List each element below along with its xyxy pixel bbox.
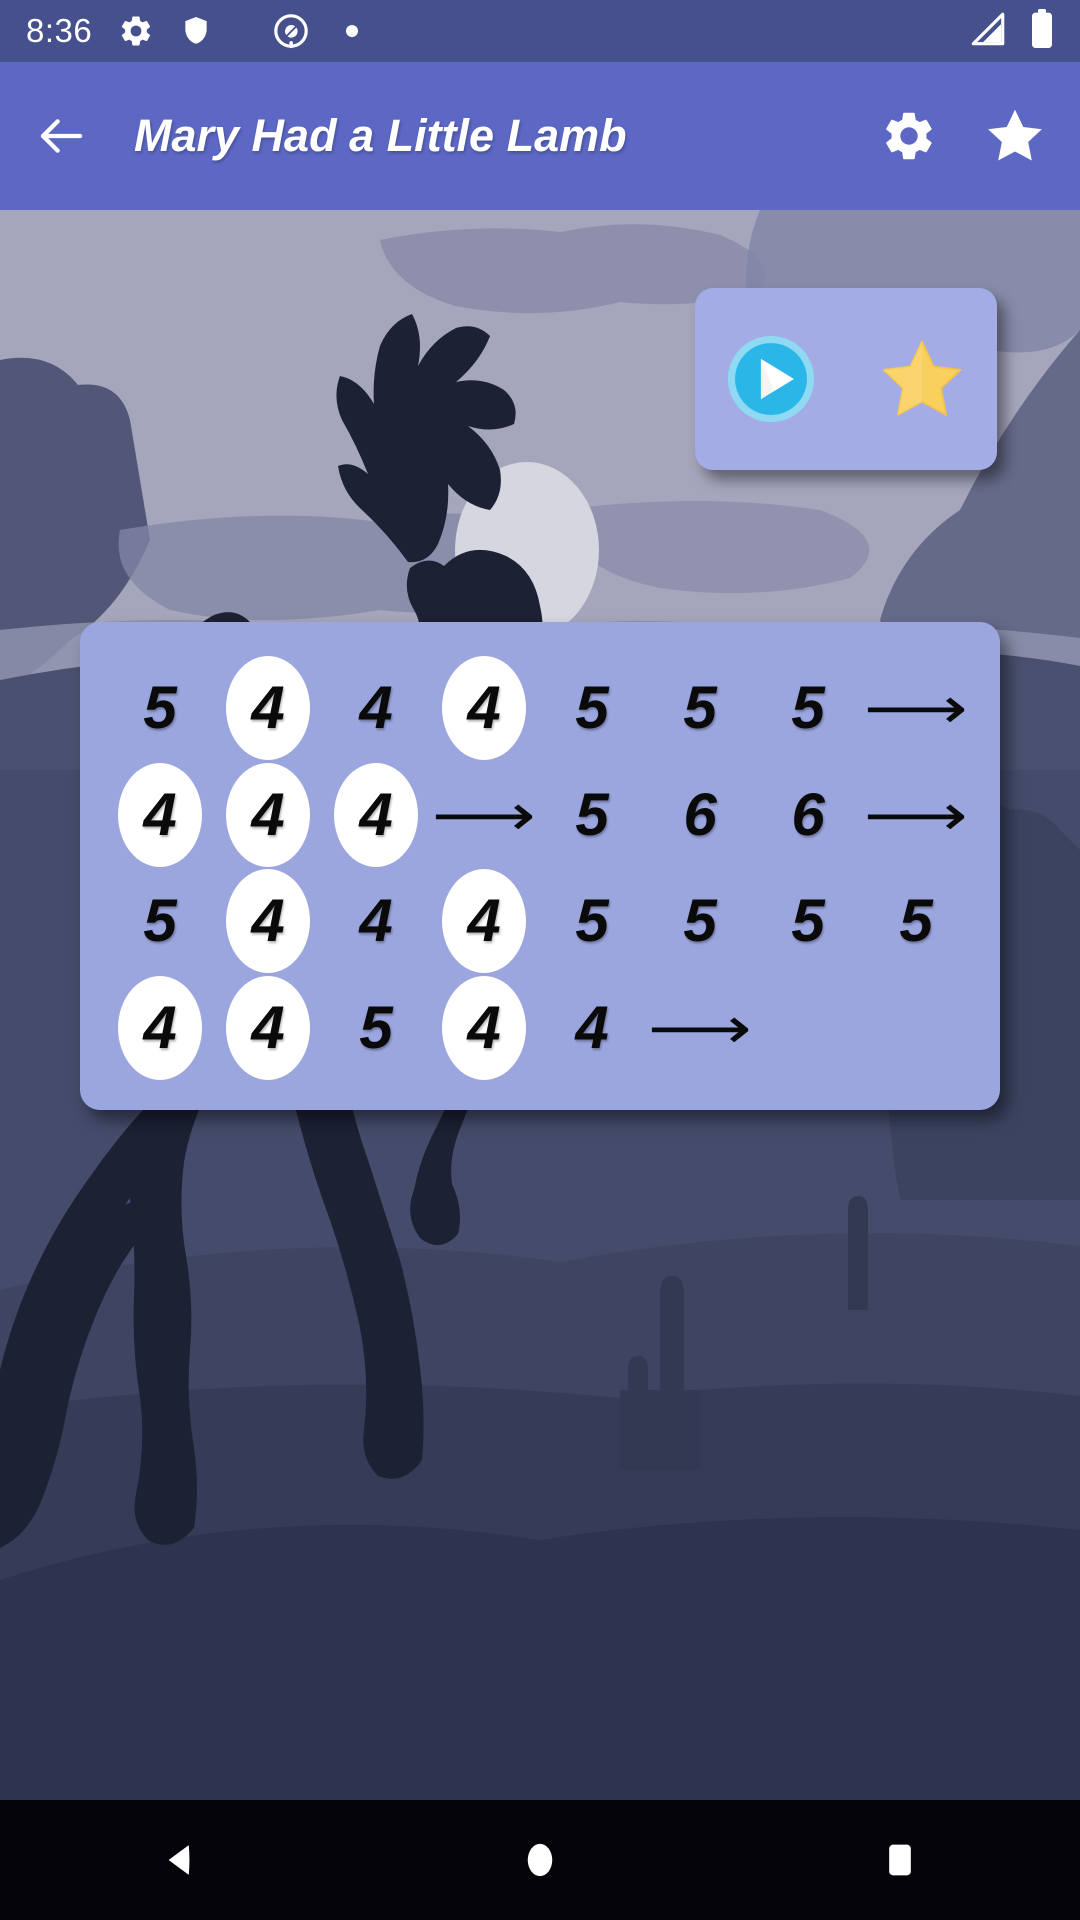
note-number: 4 — [251, 993, 285, 1061]
note-number: 4 — [467, 887, 501, 955]
note-row: 5 4 4 4 5 5 5 ⟶ — [106, 656, 974, 760]
note-number: 5 — [791, 887, 825, 955]
do-not-disturb-icon — [272, 12, 310, 50]
note-cell[interactable]: 6 — [646, 763, 754, 867]
note-cell[interactable]: 4 — [430, 976, 538, 1080]
note-number: 4 — [359, 674, 393, 741]
settings-gear-icon[interactable] — [880, 107, 938, 165]
app-bar: Mary Had a Little Lamb — [0, 62, 1080, 210]
status-bar-left: 8:36 — [26, 12, 360, 50]
back-arrow-icon[interactable] — [34, 109, 88, 163]
recents-square-icon — [889, 1844, 911, 1876]
note-number: 4 — [467, 993, 501, 1061]
play-button[interactable] — [725, 333, 817, 425]
nav-home-button[interactable] — [470, 1800, 610, 1920]
note-cell[interactable]: 5 — [106, 656, 214, 760]
note-cell[interactable]: 5 — [646, 656, 754, 760]
note-number: 5 — [359, 993, 393, 1061]
note-cell[interactable]: 5 — [538, 656, 646, 760]
note-number: 4 — [359, 887, 393, 955]
nav-back-button[interactable] — [110, 1800, 250, 1920]
note-number: 4 — [467, 674, 501, 741]
note-number: 5 — [791, 674, 825, 741]
cell-signal-icon — [968, 11, 1008, 52]
note-number: 5 — [575, 780, 609, 848]
note-cell[interactable]: 4 — [430, 869, 538, 973]
note-cell-empty — [754, 976, 862, 1080]
note-number: 5 — [899, 887, 933, 955]
note-cell[interactable]: 5 — [106, 869, 214, 973]
continuation-arrow-icon: ⟶ — [432, 780, 536, 849]
note-row: 5 4 4 4 5 5 5 5 — [106, 869, 974, 973]
note-cell[interactable]: 5 — [646, 869, 754, 973]
cactus-far — [848, 1196, 868, 1310]
note-number: 4 — [251, 674, 285, 741]
note-arrow-cell[interactable]: ⟶ — [430, 763, 538, 867]
favorite-star-button[interactable] — [877, 335, 967, 423]
foreground-dune — [0, 1517, 1080, 1800]
note-row: 4 4 4 ⟶ 5 6 6 ⟶ — [106, 763, 974, 867]
note-cell[interactable]: 4 — [430, 656, 538, 760]
note-cell[interactable]: 5 — [754, 656, 862, 760]
continuation-arrow-icon: ⟶ — [864, 780, 968, 849]
note-number: 4 — [143, 780, 177, 848]
home-circle-icon — [527, 1843, 553, 1877]
favorite-star-icon[interactable] — [984, 105, 1046, 167]
star-icon — [882, 340, 962, 416]
battery-full-icon — [1030, 8, 1054, 54]
note-cell[interactable]: 4 — [538, 976, 646, 1080]
shield-icon — [180, 13, 212, 49]
note-cell[interactable]: 6 — [754, 763, 862, 867]
note-number: 5 — [683, 887, 717, 955]
gear-icon — [118, 13, 154, 49]
note-arrow-cell[interactable]: ⟶ — [862, 763, 970, 867]
note-cell[interactable]: 4 — [322, 763, 430, 867]
note-cell[interactable]: 5 — [862, 869, 970, 973]
note-number: 6 — [683, 780, 717, 848]
continuation-arrow-icon: ⟶ — [864, 674, 968, 742]
note-cell[interactable]: 4 — [214, 656, 322, 760]
status-clock: 8:36 — [26, 12, 93, 49]
phone-screen: 8:36 Mary Had a Little Lamb 5 4 4 4 5 5 … — [0, 0, 1080, 1920]
status-bar: 8:36 — [0, 0, 1080, 62]
continuation-arrow-icon: ⟶ — [648, 993, 752, 1062]
note-cell[interactable]: 5 — [754, 869, 862, 973]
status-bar-right — [968, 8, 1054, 54]
note-row: 4 4 5 4 4 ⟶ — [106, 976, 974, 1080]
note-number: 5 — [575, 674, 609, 741]
note-number: 6 — [791, 780, 825, 848]
note-cell[interactable]: 4 — [214, 976, 322, 1080]
note-cell[interactable]: 4 — [106, 976, 214, 1080]
tablature-panel: 5 4 4 4 5 5 5 ⟶ 4 4 4 ⟶ 5 6 6 ⟶ 5 4 4 4 5 5 5 5 4 4 5 4 4 ⟶ — [80, 622, 1000, 1110]
system-nav-bar — [0, 1800, 1080, 1920]
note-number: 4 — [575, 993, 609, 1061]
note-number: 4 — [143, 993, 177, 1061]
note-cell[interactable]: 4 — [322, 656, 430, 760]
note-cell[interactable]: 4 — [214, 763, 322, 867]
note-cell[interactable]: 4 — [106, 763, 214, 867]
play-icon — [727, 335, 815, 423]
note-cell[interactable]: 4 — [322, 869, 430, 973]
note-number: 4 — [251, 780, 285, 848]
note-number: 4 — [251, 887, 285, 955]
note-cell[interactable]: 5 — [538, 763, 646, 867]
note-arrow-cell[interactable]: ⟶ — [646, 976, 754, 1080]
note-cell[interactable]: 4 — [214, 869, 322, 973]
dot-icon — [344, 23, 360, 39]
note-number: 5 — [143, 674, 177, 741]
page-title: Mary Had a Little Lamb — [134, 110, 627, 161]
back-triangle-icon — [168, 1845, 190, 1875]
nav-recents-button[interactable] — [830, 1800, 970, 1920]
note-cell[interactable]: 5 — [322, 976, 430, 1080]
note-number: 5 — [575, 887, 609, 955]
note-cell[interactable]: 5 — [538, 869, 646, 973]
note-number: 5 — [143, 887, 177, 955]
note-arrow-cell[interactable]: ⟶ — [862, 656, 970, 760]
note-number: 4 — [359, 780, 393, 848]
note-number: 5 — [683, 674, 717, 741]
note-cell-empty — [862, 976, 970, 1080]
playback-control-card — [695, 288, 997, 470]
